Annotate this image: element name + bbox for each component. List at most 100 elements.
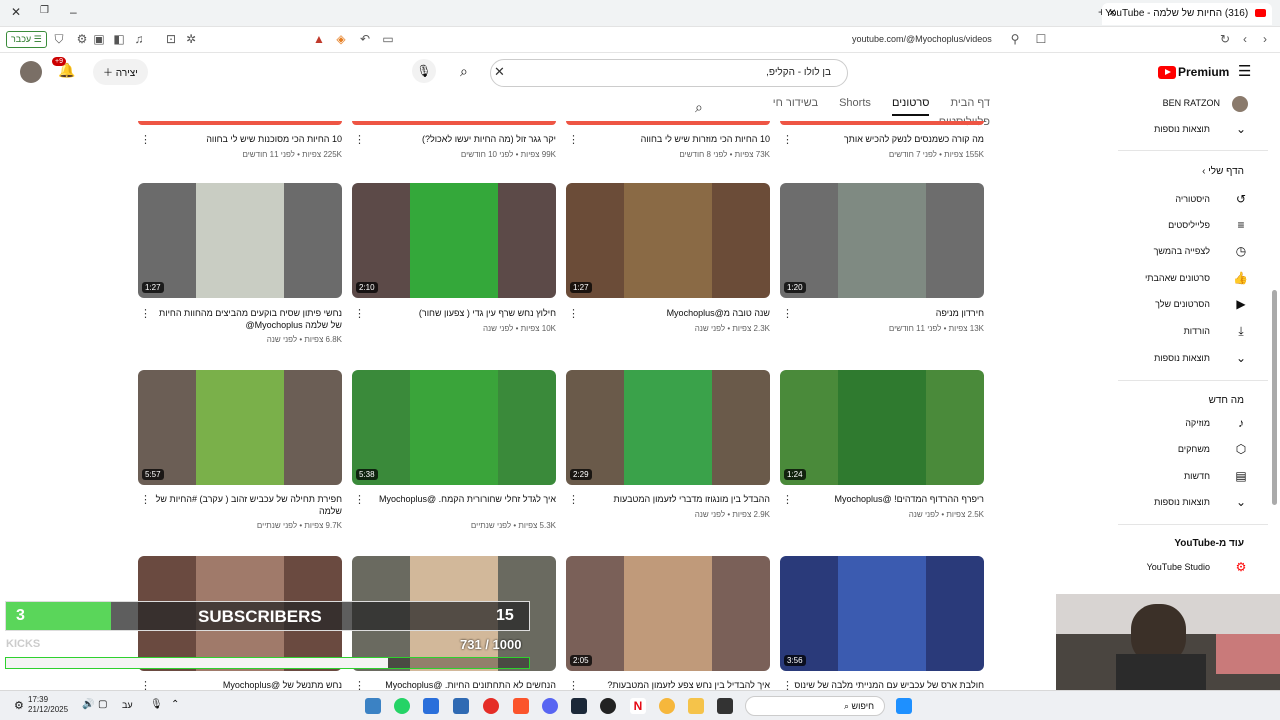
guide-item-more[interactable]: ⌄ תוצאות נוספות: [1114, 349, 1254, 369]
guide-more-1[interactable]: ⌄ תוצאות נוספות: [1114, 120, 1254, 140]
video-title[interactable]: חירדון מניפה: [788, 307, 984, 319]
video-thumbnail[interactable]: 3:56: [780, 556, 984, 671]
more-actions-icon[interactable]: ⋮: [568, 133, 579, 146]
guide-item-liked[interactable]: 👍 סרטונים שאהבתי: [1114, 269, 1254, 289]
browser-tab[interactable]: ✕ (316) החיות של שלמה - YouTube: [1102, 3, 1272, 25]
guide-item-music[interactable]: ♪ מוזיקה: [1114, 414, 1254, 434]
taskbar-search[interactable]: חיפוש ⌕: [745, 696, 885, 716]
more-actions-icon[interactable]: ⋮: [140, 493, 151, 506]
photos-icon[interactable]: [453, 698, 469, 714]
video-thumbnail[interactable]: 2:05: [566, 556, 770, 671]
more-actions-icon[interactable]: ⋮: [568, 493, 579, 506]
channel-search-icon[interactable]: ⌕: [695, 99, 703, 116]
thumbnail-partial[interactable]: [780, 121, 984, 125]
video-thumbnail[interactable]: 1:27: [566, 183, 770, 298]
thumbnail-partial[interactable]: [138, 121, 342, 125]
video-title[interactable]: מה קורה כשמנסים לנשק להכיש אותך: [788, 133, 984, 145]
page-scrollbar-thumb[interactable]: [1272, 290, 1277, 505]
guide-item-history[interactable]: ↺ היסטוריה: [1114, 190, 1254, 210]
tab-live[interactable]: בשידור חי: [773, 97, 818, 114]
app-icon-3[interactable]: [423, 698, 439, 714]
whatsapp-icon[interactable]: [394, 698, 410, 714]
search-button[interactable]: ⌕: [460, 63, 468, 80]
refresh-icon[interactable]: ↻: [1218, 32, 1232, 46]
url-field[interactable]: youtube.com/@Myochoplus/videos: [852, 34, 992, 44]
guide-item-studio[interactable]: ⚙ YouTube Studio: [1114, 558, 1254, 578]
sidebar-panel-icon[interactable]: ◧: [112, 32, 126, 46]
video-title[interactable]: נחשי פיתון שסיח בוקעים מהביצים מהחוות הח…: [146, 307, 342, 331]
shield-icon[interactable]: ⛉: [52, 32, 66, 46]
app-icon-1[interactable]: [365, 698, 381, 714]
video-title[interactable]: יקר גגר זול (מה החיות יעשו לאכול?): [360, 133, 556, 145]
guide-user[interactable]: BEN RATZON: [1114, 94, 1254, 114]
tab-shorts[interactable]: Shorts: [839, 97, 871, 114]
menu-icon[interactable]: ☰: [1238, 62, 1251, 80]
tray-chevron-icon[interactable]: ⌃: [171, 699, 179, 710]
tabs-icon[interactable]: ▣: [92, 32, 106, 46]
forward-icon[interactable]: ›: [1258, 32, 1272, 46]
more-actions-icon[interactable]: ⋮: [782, 307, 793, 320]
sidebar-toggle-button[interactable]: עכבר ☰: [6, 31, 47, 48]
discord-icon[interactable]: [542, 698, 558, 714]
video-thumbnail[interactable]: 5:38: [352, 370, 556, 485]
more-actions-icon[interactable]: ⋮: [354, 133, 365, 146]
netflix-icon[interactable]: N: [630, 698, 646, 714]
guide-item-playlists[interactable]: ≡ פלייליסטים: [1114, 216, 1254, 236]
chatgpt-icon[interactable]: [600, 698, 616, 714]
guide-item-your-videos[interactable]: ▶ הסרטונים שלך: [1114, 295, 1254, 315]
create-button[interactable]: יצירה ＋: [93, 59, 148, 85]
video-title[interactable]: ההבדל בין מונגוזו מדברי לזעמון המטבעות: [574, 493, 771, 505]
more-actions-icon[interactable]: ⋮: [140, 307, 151, 320]
volume-icon[interactable]: 🔊: [82, 699, 94, 710]
shields-icon[interactable]: ◈: [334, 32, 348, 46]
more-actions-icon[interactable]: ⋮: [782, 133, 793, 146]
brave-icon[interactable]: [513, 698, 529, 714]
site-settings-icon[interactable]: ⚲: [1008, 32, 1022, 46]
video-thumbnail[interactable]: 1:24: [780, 370, 984, 485]
steam-icon[interactable]: [571, 698, 587, 714]
video-thumbnail[interactable]: 2:10: [352, 183, 556, 298]
more-actions-icon[interactable]: ⋮: [782, 493, 793, 506]
back-icon[interactable]: ‹: [1238, 32, 1252, 46]
video-title[interactable]: 10 החיות הכי מוזרות שיש לי בחווה: [574, 133, 770, 145]
youtube-logo[interactable]: Premium: [1158, 65, 1229, 80]
guide-you-header[interactable]: הדף שלי ›: [1202, 166, 1244, 177]
notifications-bell-icon[interactable]: 🔔 +9: [52, 57, 75, 79]
thumbnail-partial[interactable]: [352, 121, 556, 125]
tab-home[interactable]: דף הבית: [951, 97, 990, 114]
bookmark-icon[interactable]: ☐: [1034, 32, 1048, 46]
restore-window-icon[interactable]: ❐: [40, 5, 49, 16]
settings-icon[interactable]: ⚙: [75, 32, 89, 46]
video-title[interactable]: שנה טובה מ@Myochoplus: [574, 307, 770, 319]
guide-item-watch-later[interactable]: ◷ לצפייה בהמשך: [1114, 242, 1254, 262]
music-player-icon[interactable]: ♫: [132, 32, 146, 46]
more-actions-icon[interactable]: ⋮: [568, 307, 579, 320]
close-window-icon[interactable]: ✕: [11, 5, 21, 19]
video-title[interactable]: ריפרף ההרדוף המדהים! @Myochoplus: [788, 493, 985, 505]
app-icon-11[interactable]: [659, 698, 675, 714]
voice-search-icon[interactable]: 🎙: [412, 59, 436, 83]
vpn-triangle-icon[interactable]: ▲: [312, 32, 326, 46]
network-icon[interactable]: ▢: [98, 699, 107, 710]
more-actions-icon[interactable]: ⋮: [354, 493, 365, 506]
video-thumbnail[interactable]: 2:29: [566, 370, 770, 485]
video-title[interactable]: חפירת תחילה של עכביש זהוב ( עקרב) #החיות…: [146, 493, 342, 517]
clock[interactable]: 17:39 21/12/2025: [28, 695, 68, 715]
video-title[interactable]: חילוץ נחש שרף עין גדי ( צפעון שחור): [360, 307, 556, 319]
language-indicator[interactable]: עב: [122, 700, 133, 710]
video-thumbnail[interactable]: 1:20: [780, 183, 984, 298]
youtube-music-icon[interactable]: [483, 698, 499, 714]
file-explorer-icon[interactable]: [688, 698, 704, 714]
guide-item-news[interactable]: ▤ חדשות: [1114, 467, 1254, 487]
thumbnail-partial[interactable]: [566, 121, 770, 125]
microphone-icon[interactable]: 🎙: [150, 699, 163, 710]
minimize-window-icon[interactable]: –: [70, 5, 77, 19]
screenshot-icon[interactable]: ⊡: [164, 32, 178, 46]
picture-in-picture-icon[interactable]: ▭: [381, 32, 395, 46]
reload-icon[interactable]: ↶: [358, 32, 372, 46]
search-input[interactable]: בן לולו - הקליפ,: [490, 59, 848, 87]
terminal-icon[interactable]: [717, 698, 733, 714]
more-actions-icon[interactable]: ⋮: [354, 307, 365, 320]
video-title[interactable]: 10 החיות הכי מסוכנות שיש לי בחווה: [146, 133, 342, 145]
guide-item-gaming[interactable]: ⬡ משחקים: [1114, 440, 1254, 460]
